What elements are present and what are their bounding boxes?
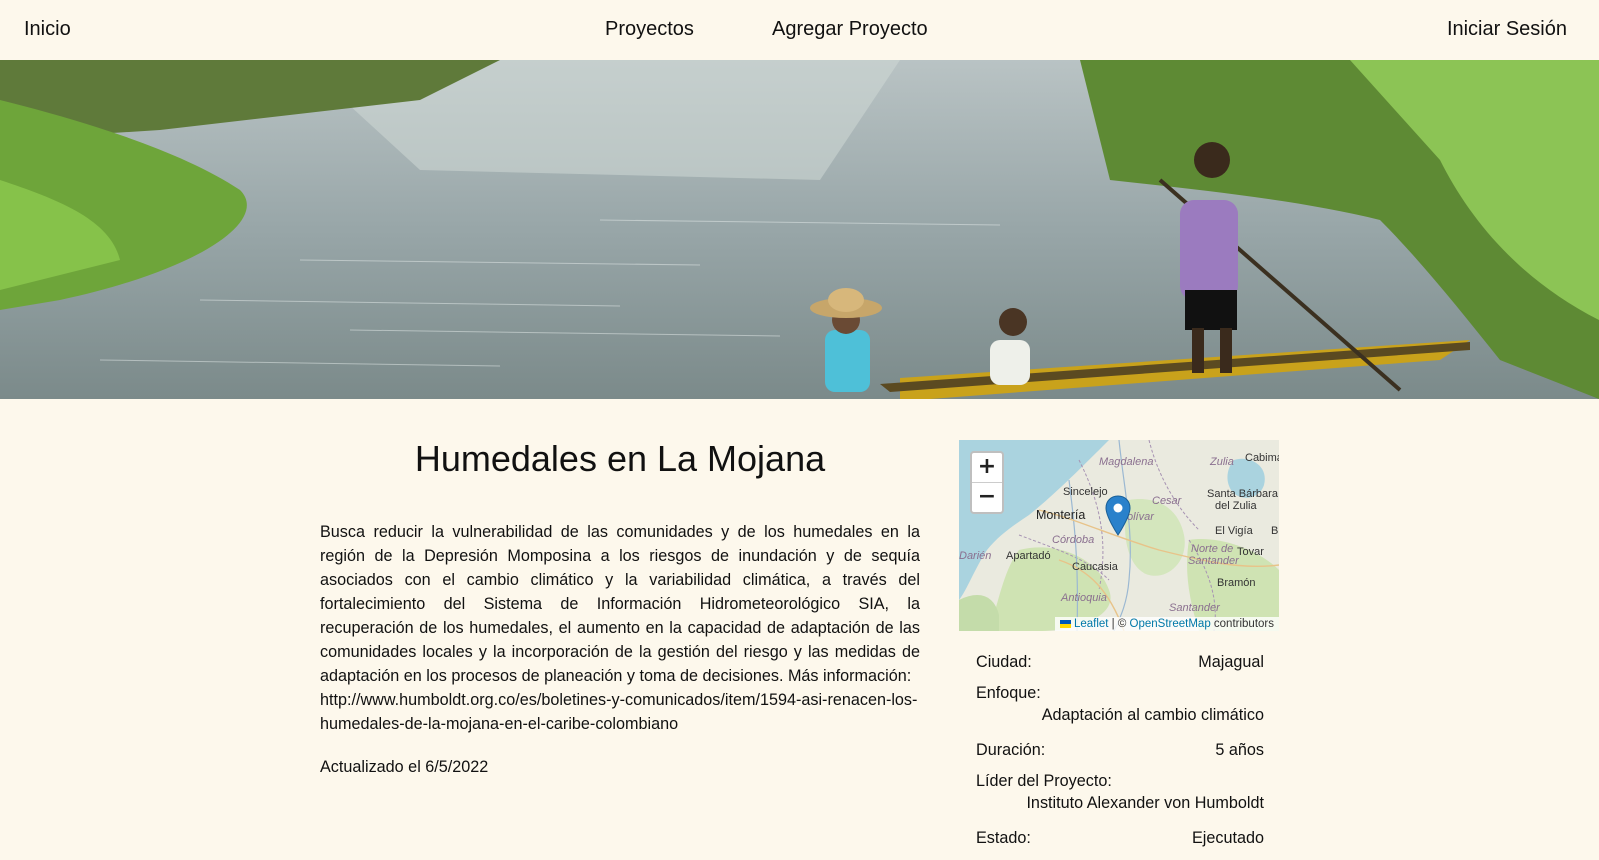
nav-login-link[interactable]: Iniciar Sesión <box>1447 18 1567 41</box>
map-label: Norte de <box>1191 543 1234 555</box>
leader-value: Instituto Alexander von Humboldt <box>1026 794 1264 812</box>
map-label: B <box>1271 525 1279 537</box>
focus-value: Adaptación al cambio climático <box>1041 706 1264 724</box>
detail-status: Estado: Ejecutado <box>976 828 1264 860</box>
description-text: Busca reducir la vulnerabilidad de las c… <box>320 523 920 685</box>
more-info-link[interactable]: http://www.humboldt.org.co/es/boletines-… <box>320 688 920 736</box>
status-value: Ejecutado <box>1192 829 1264 847</box>
map-label: Santander <box>1169 602 1220 614</box>
nav-add-project-link[interactable]: Agregar Proyecto <box>772 18 928 41</box>
map-label: Caucasia <box>1072 561 1118 573</box>
status-label: Estado: <box>976 829 1031 847</box>
osm-link[interactable]: OpenStreetMap <box>1130 618 1211 630</box>
map-label: Magdalena <box>1099 456 1154 468</box>
map-label: Apartadó <box>1006 550 1051 562</box>
hero-image <box>0 60 1599 399</box>
zoom-in-button[interactable]: + <box>972 453 1002 482</box>
map-label: Córdoba <box>1052 534 1095 546</box>
map-label: Bramón <box>1217 577 1256 589</box>
map-label: del Zulia <box>1215 500 1257 512</box>
nav-home-link[interactable]: Inicio <box>24 18 71 41</box>
ukraine-flag-icon <box>1059 619 1071 628</box>
city-label: Ciudad: <box>976 653 1032 671</box>
detail-duration: Duración: 5 años <box>976 740 1264 772</box>
detail-focus: Enfoque: Adaptación al cambio climático <box>976 684 1264 740</box>
map-label: Sincelejo <box>1063 486 1108 498</box>
map-label: Tovar <box>1237 546 1264 558</box>
focus-label: Enfoque: <box>976 684 1041 702</box>
attribution-contributors: contributors <box>1210 618 1274 630</box>
project-description: Busca reducir la vulnerabilidad de las c… <box>320 520 920 736</box>
project-map[interactable]: Magdalena Zulia Cabima Sincelejo Cesar S… <box>959 440 1279 631</box>
map-label: Antioquia <box>1061 592 1107 604</box>
map-label: Santander <box>1188 555 1239 567</box>
map-label: Cabima <box>1245 452 1279 464</box>
detail-leader: Líder del Proyecto: Instituto Alexander … <box>976 772 1264 828</box>
map-label: Santa Bárbara <box>1207 488 1278 500</box>
updated-date: Actualizado el 6/5/2022 <box>320 758 489 776</box>
city-value: Majagual <box>1198 653 1264 671</box>
nav-projects-link[interactable]: Proyectos <box>605 18 694 41</box>
map-label: olívar <box>1127 511 1154 523</box>
detail-city: Ciudad: Majagual <box>976 652 1264 684</box>
duration-label: Duración: <box>976 741 1046 759</box>
zoom-control: + − <box>970 451 1004 514</box>
map-label: Montería <box>1036 508 1086 522</box>
map-label: El Vigía <box>1215 525 1253 537</box>
project-title: Humedales en La Mojana <box>414 438 826 479</box>
map-attribution: Leaflet | © OpenStreetMap contributors <box>1054 617 1279 631</box>
leaflet-link[interactable]: Leaflet <box>1074 618 1109 630</box>
attribution-separator: | © <box>1108 618 1130 630</box>
leader-label: Líder del Proyecto: <box>976 772 1112 790</box>
map-marker-icon[interactable] <box>1105 495 1131 537</box>
duration-value: 5 años <box>1215 741 1264 759</box>
top-nav: Inicio Proyectos Agregar Proyecto Inicia… <box>0 0 1599 60</box>
map-label: Zulia <box>1210 456 1234 468</box>
map-label: Darién <box>959 550 992 562</box>
map-label: Cesar <box>1152 495 1182 507</box>
project-details: Ciudad: Majagual Enfoque: Adaptación al … <box>976 652 1264 860</box>
zoom-out-button[interactable]: − <box>972 482 1002 512</box>
